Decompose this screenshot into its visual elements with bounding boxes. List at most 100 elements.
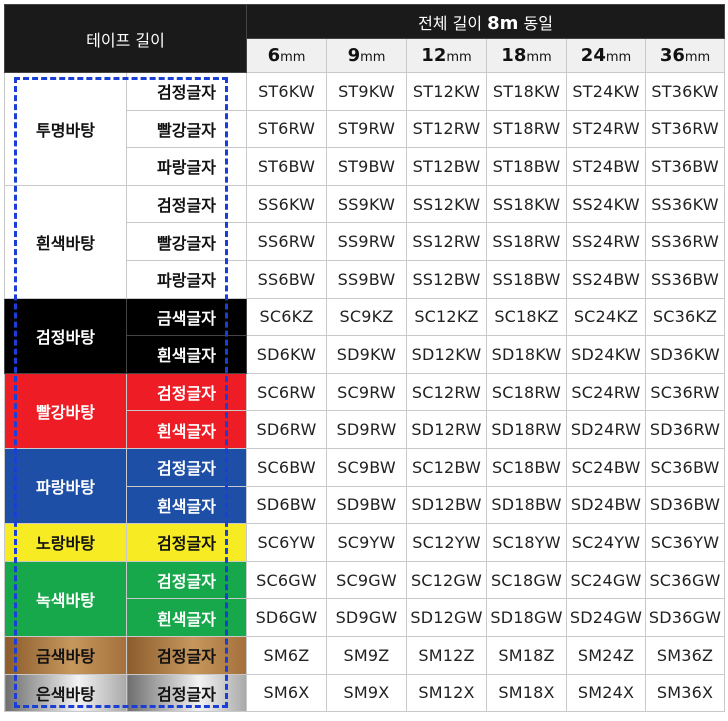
product-code-cell: SC36YW <box>644 523 726 562</box>
product-code-cell: ST24RW <box>566 109 646 149</box>
tape-row: 노랑바탕 검정글자 SC6YW SC9YW SC12YW SC18YW SC24YW SC36… <box>4 523 726 562</box>
product-code-cell: SD36GW <box>644 598 726 637</box>
product-code-cell: SC36GW <box>644 560 726 600</box>
tape-row: 흰색바탕 검정글자 SS6KW SS9KW SS12KW SS18KW SS24KW SS36… <box>4 184 726 299</box>
text-color-label: 파랑글자 <box>126 259 247 299</box>
product-code-cell: SS36BW <box>644 259 726 299</box>
text-color-label: 검정글자 <box>126 635 247 675</box>
product-code-cell: SC18GW <box>486 560 567 600</box>
product-code-cell: SS6BW <box>246 259 327 299</box>
product-code-cell: SC36KZ <box>644 297 726 337</box>
width-header-24mm: 24mm <box>566 38 646 73</box>
product-code-cell: SD12RW <box>406 410 487 449</box>
tape-length-header: 테이프 길이 <box>4 4 247 73</box>
product-code-cell: SS18KW <box>486 184 567 224</box>
product-code-cell: ST9BW <box>326 147 407 186</box>
product-code-cell: SC24YW <box>566 523 646 562</box>
product-code-cell: SS9BW <box>326 259 407 299</box>
product-code-cell: SC24BW <box>566 447 646 487</box>
product-code-cell: SS12KW <box>406 184 487 224</box>
product-code-cell: SD6RW <box>246 410 327 449</box>
product-code-cell: ST24BW <box>566 147 646 186</box>
product-code-cell: SD9GW <box>326 598 407 637</box>
text-color-label: 흰색글자 <box>126 410 247 449</box>
product-code-cell: SC12YW <box>406 523 487 562</box>
product-code-cell: SS24BW <box>566 259 646 299</box>
product-code-cell: SS9KW <box>326 184 407 224</box>
product-code-cell: SS6RW <box>246 222 327 261</box>
tape-row: 은색바탕 검정글자 SM6X SM9X SM12X SM18X SM24X SM36X <box>4 673 726 713</box>
text-color-label: 검정글자 <box>126 523 247 562</box>
product-code-cell: SD18GW <box>486 598 567 637</box>
product-code-cell: SD6KW <box>246 335 327 374</box>
width-header-18mm: 18mm <box>486 38 567 73</box>
tape-row: 빨강바탕 검정글자 SC6RW SC9RW SC12RW SC18RW SC24RW SC36… <box>4 372 726 449</box>
width-header-36mm: 36mm <box>644 38 726 73</box>
product-code-cell: ST6BW <box>246 147 327 186</box>
tape-row: 녹색바탕 검정글자 SC6GW SC9GW SC12GW SC18GW SC24GW SC36… <box>4 560 726 637</box>
product-code-cell: SC12KZ <box>406 297 487 337</box>
background-color-label: 은색바탕 <box>4 673 127 713</box>
product-code-cell: SC6KZ <box>246 297 327 337</box>
text-color-label: 검정글자 <box>126 72 247 111</box>
product-code-cell: SS36KW <box>644 184 726 224</box>
tape-chart: 테이프 길이 전체 길이 8m 동일 6mm 9mm 12mm 18mm 24mm 36m… <box>0 0 728 721</box>
product-code-cell: SS6KW <box>246 184 327 224</box>
text-color-label: 검정글자 <box>126 447 247 487</box>
product-code-cell: ST36BW <box>644 147 726 186</box>
background-color-label: 노랑바탕 <box>4 523 127 562</box>
product-code-cell: ST12BW <box>406 147 487 186</box>
product-code-cell: SM18Z <box>486 635 567 675</box>
text-color-label: 금색글자 <box>126 297 247 337</box>
product-code-cell: SD36KW <box>644 335 726 374</box>
product-code-cell: SC9KZ <box>326 297 407 337</box>
text-color-label: 검정글자 <box>126 184 247 224</box>
product-code-cell: SS9RW <box>326 222 407 261</box>
product-code-cell: ST36RW <box>644 109 726 149</box>
product-code-cell: SC9YW <box>326 523 407 562</box>
product-code-cell: SC24GW <box>566 560 646 600</box>
product-code-cell: SC36RW <box>644 372 726 412</box>
product-code-cell: SD12GW <box>406 598 487 637</box>
all-length-header: 전체 길이 8m 동일 <box>245 4 726 39</box>
product-code-cell: SD18RW <box>486 410 567 449</box>
text-color-label: 검정글자 <box>126 372 247 412</box>
tape-table: 테이프 길이 전체 길이 8m 동일 6mm 9mm 12mm 18mm 24mm 36m… <box>4 4 726 713</box>
product-code-cell: ST12KW <box>406 72 487 111</box>
product-code-cell: SM24Z <box>566 635 646 675</box>
product-code-cell: SD36RW <box>644 410 726 449</box>
background-color-label: 금색바탕 <box>4 635 127 675</box>
product-code-cell: SM6Z <box>246 635 327 675</box>
product-code-cell: SM9X <box>326 673 407 713</box>
width-header-9mm: 9mm <box>326 38 407 73</box>
text-color-label: 검정글자 <box>126 673 247 713</box>
product-code-cell: SS12BW <box>406 259 487 299</box>
product-code-cell: SD9KW <box>326 335 407 374</box>
product-code-cell: SM36Z <box>644 635 726 675</box>
product-code-cell: ST18RW <box>486 109 567 149</box>
text-color-label: 파랑글자 <box>126 147 247 186</box>
product-code-cell: SS18RW <box>486 222 567 261</box>
product-code-cell: SC6RW <box>246 372 327 412</box>
product-code-cell: SS18BW <box>486 259 567 299</box>
product-code-cell: SM9Z <box>326 635 407 675</box>
background-color-label: 흰색바탕 <box>4 184 127 299</box>
background-color-label: 녹색바탕 <box>4 560 127 637</box>
tape-row: 금색바탕 검정글자 SM6Z SM9Z SM12Z SM18Z SM24Z SM36Z <box>4 635 726 675</box>
tape-row: 투명바탕 검정글자 ST6KW ST9KW ST12KW ST18KW ST24KW ST36… <box>4 72 726 186</box>
product-code-cell: SD24RW <box>566 410 646 449</box>
product-code-cell: SD24GW <box>566 598 646 637</box>
product-code-cell: SM18X <box>486 673 567 713</box>
product-code-cell: ST12RW <box>406 109 487 149</box>
product-code-cell: SD18BW <box>486 485 567 525</box>
product-code-cell: SC18YW <box>486 523 567 562</box>
product-code-cell: SD9BW <box>326 485 407 525</box>
text-color-label: 흰색글자 <box>126 485 247 525</box>
product-code-cell: SD36BW <box>644 485 726 525</box>
product-code-cell: ST18KW <box>486 72 567 111</box>
product-code-cell: SC6BW <box>246 447 327 487</box>
background-color-label: 빨강바탕 <box>4 372 127 449</box>
product-code-cell: ST9KW <box>326 72 407 111</box>
product-code-cell: SD24BW <box>566 485 646 525</box>
product-code-cell: SC18KZ <box>486 297 567 337</box>
